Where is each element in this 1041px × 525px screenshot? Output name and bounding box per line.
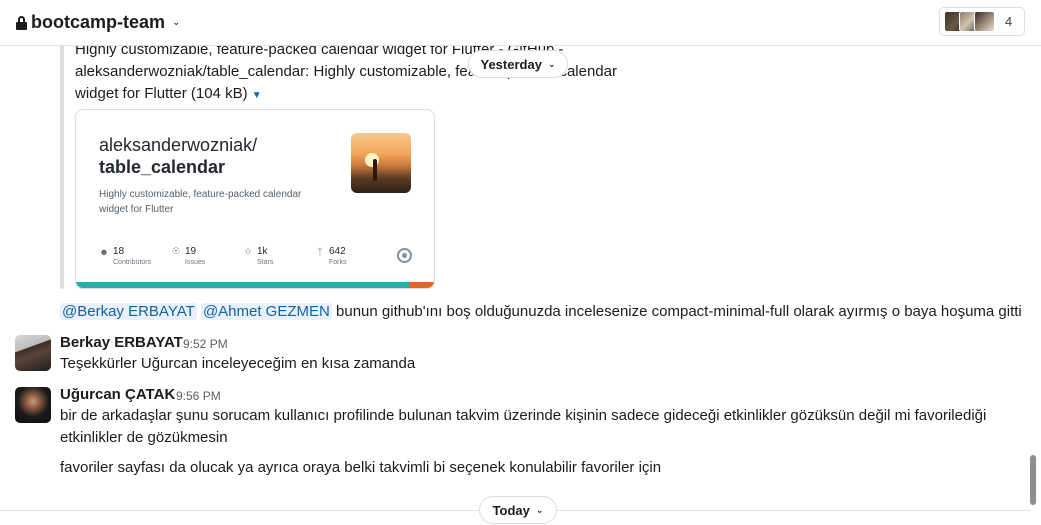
chevron-down-icon: ⌄ — [535, 504, 544, 515]
stat-label: Contributors — [113, 259, 152, 266]
stat-label: Forks — [329, 259, 347, 266]
user-mention[interactable]: @Ahmet GEZMEN — [200, 303, 332, 320]
stat-label: Stars — [257, 259, 274, 266]
message-text: @Berkay ERBAYAT @Ahmet GEZMEN bunun gith… — [60, 301, 1022, 323]
chevron-down-icon: ⌄ — [172, 17, 181, 28]
message-timestamp[interactable]: 9:56 PM — [176, 389, 221, 403]
contributors-icon: ☻ — [99, 246, 109, 257]
lock-icon — [16, 15, 27, 30]
stars-icon: ☆ — [243, 246, 253, 256]
message-text: favoriler sayfası da olucak ya ayrıca or… — [60, 459, 662, 476]
repo-description: Highly customizable, feature-packed cale… — [99, 189, 302, 215]
stat-value: 19 — [185, 246, 197, 257]
date-label: Today — [492, 502, 530, 518]
attachment-bar — [60, 38, 64, 289]
avatar[interactable] — [15, 387, 51, 423]
message-body: bunun github'ını boş olduğunuzda inceles… — [336, 303, 1022, 320]
user-mention[interactable]: @Berkay ERBAYAT — [60, 303, 197, 320]
avatar[interactable] — [15, 335, 51, 371]
avatar — [974, 11, 995, 32]
channel-name-button[interactable]: bootcamp-team ⌄ — [16, 12, 180, 33]
stat-value: 642 — [329, 246, 346, 257]
date-label: Yesterday — [480, 56, 542, 72]
repo-owner: aleksanderwozniak/ — [99, 135, 258, 155]
channel-header: bootcamp-team ⌄ 4 — [0, 0, 1041, 46]
message-text: etkinlikler de gözükmesin — [60, 429, 228, 446]
channel-name: bootcamp-team — [31, 12, 166, 32]
date-divider-today[interactable]: Today ⌄ — [479, 496, 557, 524]
message-timestamp[interactable]: 9:52 PM — [183, 337, 228, 351]
stat-stars: ☆ 1k Stars — [243, 246, 315, 266]
chevron-down-icon: ⌄ — [547, 58, 556, 69]
language-strip — [76, 282, 434, 288]
repo-name: table_calendar — [99, 157, 226, 177]
message-text: Teşekkürler Uğurcan inceleyeceğim en kıs… — [60, 355, 416, 372]
stat-value: 18 — [113, 246, 125, 257]
scrollbar-thumb[interactable] — [1030, 455, 1036, 505]
caret-down-icon[interactable]: ▼ — [252, 90, 262, 101]
stat-label: Issues — [185, 259, 206, 266]
member-count: 4 — [1005, 14, 1013, 29]
date-divider-yesterday[interactable]: Yesterday ⌄ — [468, 50, 568, 78]
repo-stats: ☻ 18 Contributors ☉ 19 Issues ☆ 1k Stars ᛉ6… — [99, 246, 387, 266]
stat-contributors: ☻ 18 Contributors — [99, 246, 171, 266]
member-list-button[interactable]: 4 — [939, 7, 1025, 36]
stat-issues: ☉ 19 Issues — [171, 246, 243, 266]
github-preview-card[interactable]: aleksanderwozniak/ table_calendar Highly… — [75, 109, 435, 289]
stat-forks: ᛉ 642 Forks — [315, 246, 387, 266]
message-text: bir de arkadaşlar şunu sorucam kullanıcı… — [60, 407, 987, 424]
forks-icon: ᛉ — [317, 246, 323, 257]
repo-owner-image — [351, 133, 411, 193]
message-author[interactable]: Berkay ERBAYAT — [60, 334, 183, 351]
github-icon — [397, 248, 412, 263]
message-author[interactable]: Uğurcan ÇATAK — [60, 386, 175, 403]
issues-icon: ☉ — [171, 246, 181, 256]
stat-value: 1k — [257, 246, 268, 257]
